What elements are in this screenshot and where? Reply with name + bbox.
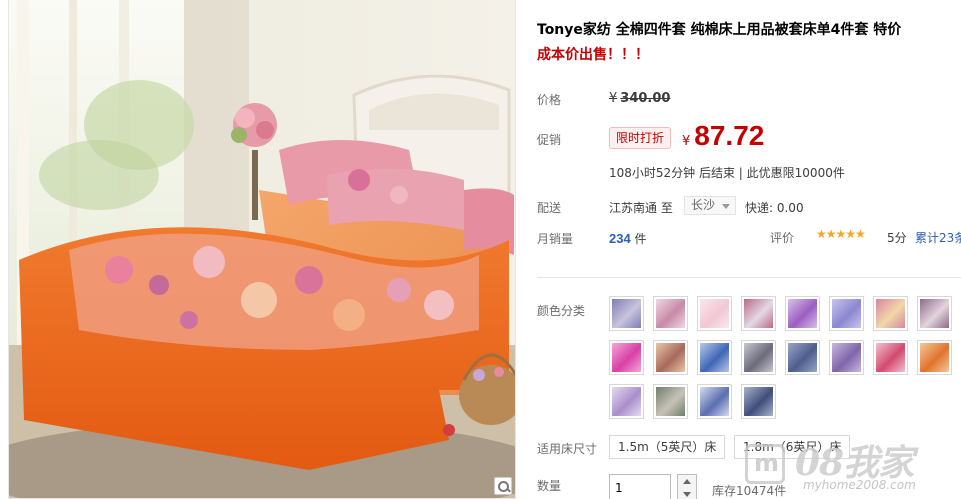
promo-price: ¥87.72 (682, 120, 764, 152)
rating-score: 5分 (887, 231, 907, 245)
shipping-fee: 快递: 0.00 (745, 201, 804, 215)
quantity-input[interactable]: 1 (609, 474, 671, 499)
color-swatch[interactable] (609, 340, 644, 375)
color-swatch-thumbnail (744, 343, 773, 372)
color-swatch[interactable] (829, 296, 864, 331)
color-swatch[interactable] (653, 384, 688, 419)
monthly-sales-count: 234 (609, 231, 631, 246)
title-line-1: Tonye家纺 全棉四件套 纯棉床上用品被套床单4件套 特价 (537, 22, 902, 38)
shipping-label: 配送 (537, 201, 562, 215)
product-title: Tonye家纺 全棉四件套 纯棉床上用品被套床单4件套 特价 成本价出售！！！ (537, 18, 961, 68)
color-swatch[interactable] (741, 340, 776, 375)
color-swatch-thumbnail (700, 387, 729, 416)
color-swatch[interactable] (873, 340, 908, 375)
quantity-label: 数量 (537, 479, 562, 493)
increase-icon[interactable] (683, 479, 691, 484)
color-swatch-thumbnail (656, 343, 685, 372)
color-swatch-thumbnail (920, 343, 949, 372)
price-label: 价格 (537, 93, 562, 107)
currency-symbol: ¥ (609, 91, 618, 106)
original-price-value: 340.00 (620, 91, 671, 106)
original-price: ¥340.00 (609, 91, 670, 106)
color-swatch-thumbnail (832, 299, 861, 328)
color-swatch-thumbnail (788, 343, 817, 372)
color-swatch-thumbnail (920, 299, 949, 328)
watermark-logo-icon (745, 444, 785, 484)
color-swatch-thumbnail (612, 387, 641, 416)
color-swatch-thumbnail (700, 343, 729, 372)
review-count-link[interactable]: 累计23条 (915, 229, 961, 246)
color-swatch[interactable] (785, 296, 820, 331)
color-swatch[interactable] (653, 296, 688, 331)
color-swatch-thumbnail (612, 343, 641, 372)
color-swatch-thumbnail (656, 387, 685, 416)
color-swatch-thumbnail (656, 299, 685, 328)
ship-to-value: 长沙 (691, 198, 716, 212)
bedroom-photo (9, 0, 515, 498)
color-swatch-thumbnail (832, 343, 861, 372)
title-line-2: 成本价出售！！！ (537, 47, 649, 63)
product-main-image[interactable] (8, 0, 516, 499)
site-watermark: 08我家 myhome2008.com (745, 432, 961, 499)
ship-from: 江苏南通 至 (609, 201, 673, 215)
color-swatch[interactable] (785, 340, 820, 375)
color-swatch-thumbnail (700, 299, 729, 328)
color-swatch[interactable] (609, 384, 644, 419)
color-swatch[interactable] (917, 340, 952, 375)
quantity-stepper[interactable] (677, 474, 697, 499)
rating-label: 评价 (770, 231, 795, 245)
color-swatch[interactable] (697, 384, 732, 419)
color-swatch[interactable] (741, 296, 776, 331)
monthly-sales: 234 件 (609, 230, 647, 247)
color-swatch-thumbnail (788, 299, 817, 328)
color-swatch-thumbnail (876, 299, 905, 328)
monthly-sales-label: 月销量 (537, 232, 574, 246)
flash-sale-badge: 限时打折 (609, 127, 672, 149)
bed-size-label: 适用床尺寸 (537, 442, 598, 456)
color-swatch-thumbnail (612, 299, 641, 328)
promo-price-value: 87.72 (694, 120, 765, 151)
divider (537, 277, 961, 278)
color-swatch[interactable] (873, 296, 908, 331)
product-detail-panel: Tonye家纺 全棉四件套 纯棉床上用品被套床单4件套 特价 成本价出售！！！ … (537, 0, 961, 499)
color-swatch[interactable] (917, 296, 952, 331)
color-swatch[interactable] (829, 340, 864, 375)
color-swatch[interactable] (653, 340, 688, 375)
color-swatch[interactable] (697, 340, 732, 375)
color-swatch[interactable] (697, 296, 732, 331)
promo-label: 促销 (537, 133, 562, 147)
watermark-url: myhome2008.com (803, 478, 916, 492)
color-swatch[interactable] (609, 296, 644, 331)
color-swatch-thumbnail (744, 387, 773, 416)
rating-stars-icon: ★★★★★ (816, 227, 866, 241)
color-swatch[interactable] (741, 384, 776, 419)
size-option-1-5m[interactable]: 1.5m（5英尺）床 (609, 435, 726, 459)
zoom-icon[interactable] (494, 477, 512, 495)
promo-currency-symbol: ¥ (682, 134, 691, 149)
promo-countdown: 108小时52分钟 后结束 | 此优惠限10000件 (609, 166, 845, 180)
monthly-sales-unit: 件 (634, 232, 647, 246)
chevron-down-icon (722, 204, 731, 209)
color-swatch-thumbnail (744, 299, 773, 328)
color-label: 颜色分类 (537, 304, 586, 318)
color-swatch-thumbnail (876, 343, 905, 372)
ship-to-select[interactable]: 长沙 (684, 196, 737, 215)
decrease-icon[interactable] (683, 492, 691, 497)
